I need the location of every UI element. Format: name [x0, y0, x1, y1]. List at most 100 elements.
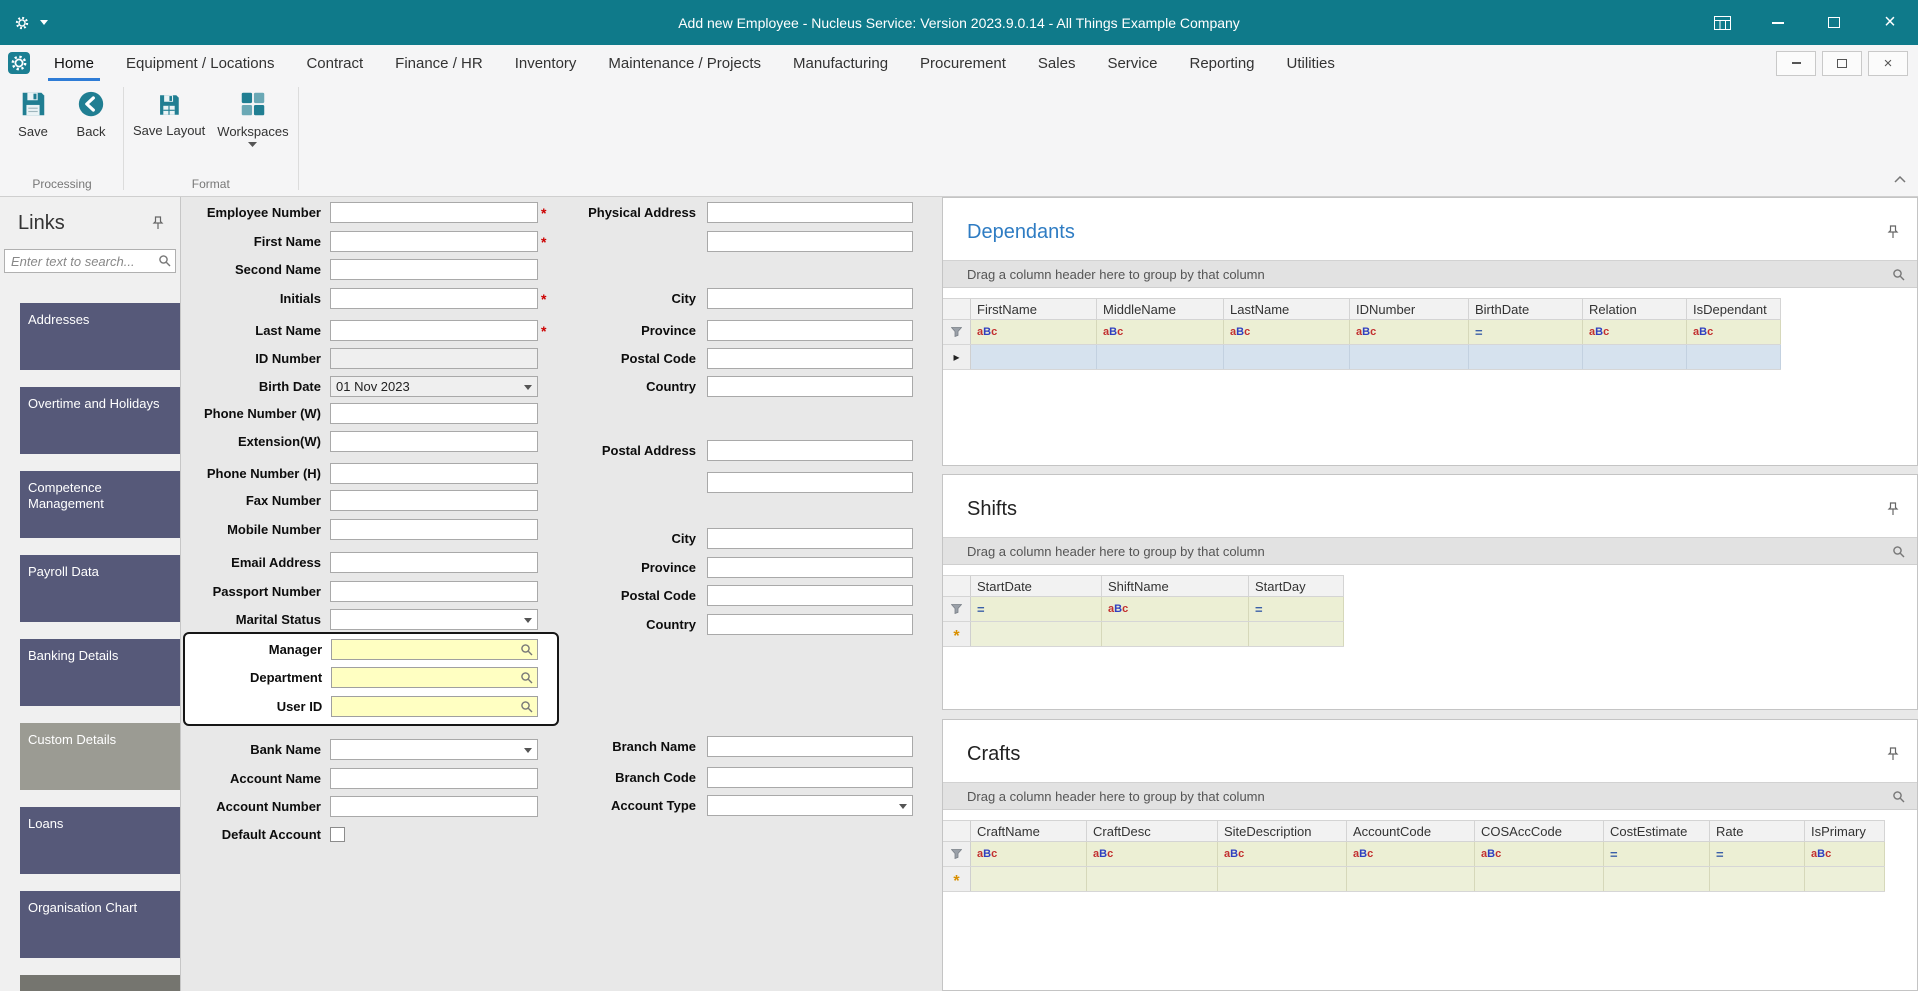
grid-cell[interactable]: [1710, 867, 1805, 891]
field-account-number[interactable]: [330, 796, 538, 817]
field-mobile-number[interactable]: [330, 519, 538, 540]
tab-manufacturing[interactable]: Manufacturing: [777, 45, 904, 81]
field-manager-input[interactable]: [332, 640, 538, 659]
filter-cell-costestimate[interactable]: =: [1604, 842, 1710, 866]
column-header-birthdate[interactable]: BirthDate: [1469, 299, 1583, 319]
back-button[interactable]: Back: [62, 89, 120, 139]
column-header-isdependant[interactable]: IsDependant: [1687, 299, 1781, 319]
pin-icon[interactable]: [1887, 502, 1899, 516]
field-passport-number[interactable]: [330, 581, 538, 602]
pin-icon[interactable]: [1887, 747, 1899, 761]
grid-cell[interactable]: [1469, 345, 1583, 369]
field-city[interactable]: [707, 528, 913, 549]
sidebar-item-addresses[interactable]: Addresses: [20, 303, 180, 370]
field-phone-number-h[interactable]: [330, 463, 538, 484]
field-manager[interactable]: [331, 639, 539, 660]
field-postal-address[interactable]: [707, 440, 913, 461]
field-address-line-2[interactable]: [707, 231, 913, 252]
close-button[interactable]: ×: [1862, 0, 1918, 45]
grid-cell[interactable]: [971, 345, 1097, 369]
field-email-address[interactable]: [330, 552, 538, 573]
filter-cell-isprimary[interactable]: aBc: [1805, 842, 1885, 866]
field-last-name[interactable]: [330, 320, 538, 341]
minimize-button[interactable]: [1750, 0, 1806, 45]
column-header-firstname[interactable]: FirstName: [971, 299, 1097, 319]
column-header-idnumber[interactable]: IDNumber: [1350, 299, 1469, 319]
ribbon-close-button[interactable]: ×: [1868, 50, 1908, 76]
column-header-startdate[interactable]: StartDate: [971, 576, 1102, 596]
column-header-lastname[interactable]: LastName: [1224, 299, 1350, 319]
tab-utilities[interactable]: Utilities: [1271, 45, 1351, 81]
filter-cell-isdependant[interactable]: aBc: [1687, 320, 1781, 344]
grid-cell[interactable]: [1218, 867, 1347, 891]
search-icon[interactable]: [520, 643, 533, 656]
field-id-number[interactable]: [330, 348, 538, 369]
field-city[interactable]: [707, 288, 913, 309]
field-extension-w[interactable]: [330, 431, 538, 452]
grid-cell[interactable]: [1583, 345, 1687, 369]
grid-cell[interactable]: [971, 867, 1087, 891]
column-header-isprimary[interactable]: IsPrimary: [1805, 821, 1885, 841]
new-item-row[interactable]: *: [943, 867, 1885, 892]
filter-cell-cosacccode[interactable]: aBc: [1475, 842, 1604, 866]
field-address-line-2[interactable]: [707, 472, 913, 493]
grid-cell[interactable]: [1087, 867, 1218, 891]
sidebar-item-organisation-chart[interactable]: Organisation Chart: [20, 891, 180, 958]
maximize-button[interactable]: [1806, 0, 1862, 45]
save-layout-button[interactable]: Save Layout: [127, 89, 211, 138]
field-province[interactable]: [707, 557, 913, 578]
tab-reporting[interactable]: Reporting: [1173, 45, 1270, 81]
sidebar-item-payroll-data[interactable]: Payroll Data: [20, 555, 180, 622]
field-postal-code[interactable]: [707, 585, 913, 606]
selected-row[interactable]: ▸: [943, 345, 1781, 370]
filter-cell-firstname[interactable]: aBc: [971, 320, 1097, 344]
field-fax-number[interactable]: [330, 490, 538, 511]
grid-icon[interactable]: [1694, 0, 1750, 45]
ribbon-minimize-button[interactable]: [1776, 50, 1816, 76]
field-account-type[interactable]: [707, 795, 913, 816]
grid-cell[interactable]: [1347, 867, 1475, 891]
filter-cell-craftdesc[interactable]: aBc: [1087, 842, 1218, 866]
column-header-middlename[interactable]: MiddleName: [1097, 299, 1224, 319]
grid-cell[interactable]: [971, 622, 1102, 646]
filter-cell-rate[interactable]: =: [1710, 842, 1805, 866]
grid-cell[interactable]: [1224, 345, 1350, 369]
field-employee-number[interactable]: [330, 202, 538, 223]
field-phone-number-w[interactable]: [330, 403, 538, 424]
search-icon[interactable]: [1892, 268, 1905, 281]
pin-icon[interactable]: [1887, 225, 1899, 239]
sidebar-item-banking-details[interactable]: Banking Details: [20, 639, 180, 706]
field-default-account-checkbox[interactable]: [330, 827, 345, 842]
grid-cell[interactable]: [1350, 345, 1469, 369]
column-header-relation[interactable]: Relation: [1583, 299, 1687, 319]
collapse-ribbon-button[interactable]: [1894, 170, 1906, 188]
filter-cell-relation[interactable]: aBc: [1583, 320, 1687, 344]
column-header-costestimate[interactable]: CostEstimate: [1604, 821, 1710, 841]
new-item-row[interactable]: *: [943, 622, 1344, 647]
filter-cell-accountcode[interactable]: aBc: [1347, 842, 1475, 866]
field-province[interactable]: [707, 320, 913, 341]
field-user-id-input[interactable]: [332, 697, 538, 716]
tab-home[interactable]: Home: [38, 45, 110, 81]
field-account-name[interactable]: [330, 768, 538, 789]
column-header-craftdesc[interactable]: CraftDesc: [1087, 821, 1218, 841]
tab-procurement[interactable]: Procurement: [904, 45, 1022, 81]
field-first-name[interactable]: [330, 231, 538, 252]
sidebar-item-loans[interactable]: Loans: [20, 807, 180, 874]
field-second-name[interactable]: [330, 259, 538, 280]
sidebar-item-overtime-and-holidays[interactable]: Overtime and Holidays: [20, 387, 180, 454]
search-icon[interactable]: [520, 700, 533, 713]
field-postal-code[interactable]: [707, 348, 913, 369]
pin-icon[interactable]: [152, 216, 164, 230]
grid-cell[interactable]: [1687, 345, 1781, 369]
filter-cell-lastname[interactable]: aBc: [1224, 320, 1350, 344]
field-birth-date[interactable]: 01 Nov 2023: [330, 376, 538, 397]
field-marital-status[interactable]: [330, 609, 538, 630]
grid-cell[interactable]: [1475, 867, 1604, 891]
filter-cell-idnumber[interactable]: aBc: [1350, 320, 1469, 344]
tab-sales[interactable]: Sales: [1022, 45, 1092, 81]
tab-contract[interactable]: Contract: [290, 45, 379, 81]
tab-inventory[interactable]: Inventory: [499, 45, 593, 81]
links-search-input[interactable]: [4, 249, 176, 273]
column-header-cosacccode[interactable]: COSAccCode: [1475, 821, 1604, 841]
